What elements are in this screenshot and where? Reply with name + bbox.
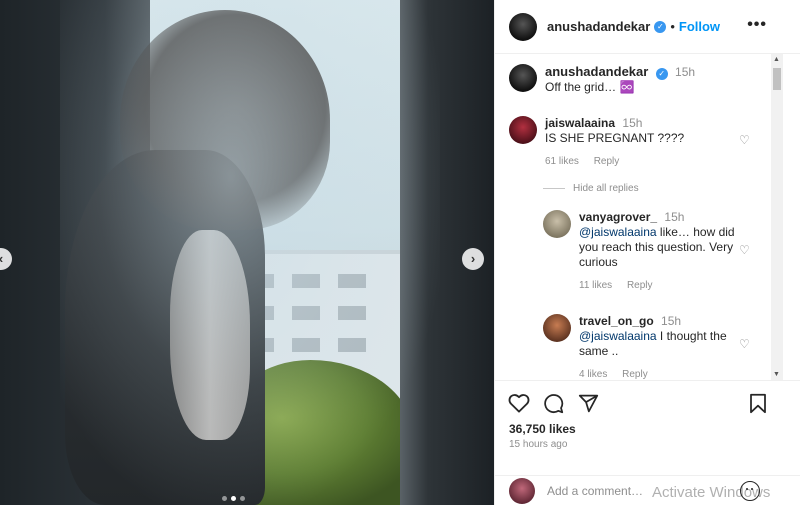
carousel-dots [222, 496, 245, 501]
carousel-dot-active [231, 496, 236, 501]
header-separator: • [670, 19, 675, 34]
add-comment-input[interactable] [547, 483, 717, 498]
reply-mention[interactable]: @jaiswalaaina [579, 329, 657, 343]
comments-scrollbar[interactable]: ▲ ▼ [771, 54, 783, 380]
share-icon[interactable] [578, 393, 599, 414]
caption-text: Off the grid… ♾️ [545, 80, 635, 94]
verified-badge-icon: ✓ [655, 68, 668, 80]
comment-text: IS SHE PREGNANT ???? [545, 131, 685, 145]
reply-likes[interactable]: 4 likes [579, 369, 607, 380]
reply-mention[interactable]: @jaiswalaaina [579, 225, 657, 239]
comment-icon[interactable] [543, 393, 564, 414]
reply-username[interactable]: travel_on_go [579, 314, 654, 328]
bookmark-icon[interactable] [749, 393, 767, 414]
likes-count[interactable]: 36,750 likes [509, 422, 576, 436]
reply-avatar[interactable] [543, 314, 571, 342]
post-side-panel: anushadandekar ✓ • Follow ••• anushadand… [494, 0, 800, 505]
reply-avatar[interactable] [543, 210, 571, 238]
comment-time: 15h [622, 116, 643, 130]
reply-item: travel_on_go 15h @jaiswalaaina I thought… [543, 314, 735, 380]
emoji-icon[interactable] [740, 481, 760, 501]
replies-divider [543, 188, 565, 189]
reply-likes[interactable]: 11 likes [579, 280, 612, 291]
hide-replies-label[interactable]: Hide all replies [573, 183, 639, 194]
follow-button[interactable]: Follow [679, 19, 720, 34]
reply-username[interactable]: vanyagrover_ [579, 210, 657, 224]
comments-list[interactable]: anushadandekar ✓ 15h Off the grid… ♾️ ja… [495, 54, 800, 380]
reply-item: vanyagrover_ 15h @jaiswalaaina like… how… [543, 210, 735, 293]
commenter-username[interactable]: jaiswalaaina [545, 116, 615, 130]
reply-time: 15h [661, 314, 682, 328]
more-options-icon[interactable]: ••• [747, 16, 767, 34]
scroll-down-icon[interactable]: ▼ [773, 371, 780, 378]
carousel-next-button[interactable]: › [462, 248, 484, 270]
scroll-up-icon[interactable]: ▲ [773, 56, 780, 63]
post-timestamp: 15 hours ago [509, 439, 568, 450]
comment-like-heart-icon[interactable]: ♡ [739, 134, 751, 146]
commenter-avatar[interactable] [509, 116, 537, 144]
post-header: anushadandekar ✓ • Follow ••• [495, 0, 800, 54]
comment-likes[interactable]: 61 likes [545, 156, 579, 167]
caption-time: 15h [675, 65, 696, 79]
reply-like-heart-icon[interactable]: ♡ [739, 338, 751, 350]
hide-replies-toggle[interactable]: Hide all replies [543, 183, 639, 194]
scrollbar-thumb[interactable] [773, 68, 781, 90]
reply-button[interactable]: Reply [627, 280, 653, 291]
author-username[interactable]: anushadandekar [547, 19, 650, 34]
like-heart-icon[interactable] [508, 393, 530, 413]
current-user-avatar [509, 477, 535, 504]
caption-username[interactable]: anushadandekar [545, 64, 648, 79]
carousel-dot [240, 496, 245, 501]
caption: anushadandekar ✓ 15h Off the grid… ♾️ [509, 64, 769, 95]
carousel-dot [222, 496, 227, 501]
author-avatar[interactable] [509, 12, 537, 41]
post-media[interactable]: ‹ › [0, 0, 494, 505]
reply-button[interactable]: Reply [594, 156, 620, 167]
caption-avatar[interactable] [509, 64, 537, 92]
comment-item: jaiswalaaina 15h IS SHE PREGNANT ???? 61… [509, 116, 739, 169]
reply-time: 15h [664, 210, 685, 224]
post-actions: 36,750 likes 15 hours ago [495, 380, 800, 475]
reply-button[interactable]: Reply [622, 369, 648, 380]
verified-badge-icon: ✓ [654, 20, 667, 33]
reply-like-heart-icon[interactable]: ♡ [739, 244, 751, 256]
light-haze [60, 0, 440, 505]
